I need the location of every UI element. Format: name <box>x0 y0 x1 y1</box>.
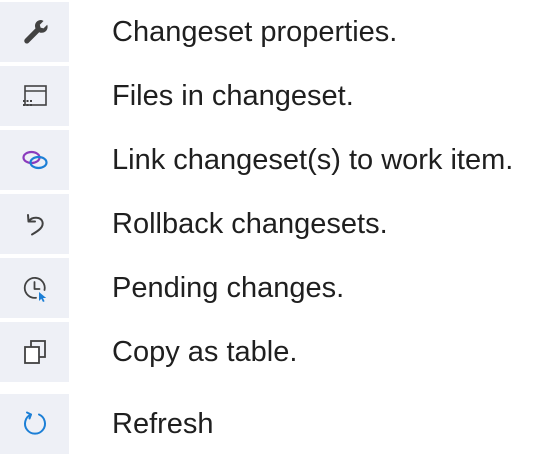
clock-pending-icon <box>23 276 46 302</box>
list-item-rollback-changesets[interactable]: Rollback changesets. <box>0 194 553 254</box>
list-item-changeset-properties[interactable]: Changeset properties. <box>0 2 553 62</box>
icon-cell <box>0 130 69 190</box>
icon-cell <box>0 2 69 62</box>
list-item-copy-as-table[interactable]: Copy as table. <box>0 322 553 382</box>
item-label: Pending changes. <box>112 272 345 304</box>
item-label: Refresh <box>112 408 214 440</box>
undo-arrow-icon <box>26 214 44 236</box>
refresh-icon <box>23 411 46 435</box>
icon-cell <box>0 258 69 318</box>
item-label: Changeset properties. <box>112 16 398 48</box>
list-item-files-in-changeset[interactable]: Files in changeset. <box>0 66 553 126</box>
item-label: Files in changeset. <box>112 80 354 112</box>
icon-cell <box>0 394 69 454</box>
item-label: Rollback changesets. <box>112 208 388 240</box>
icon-cell <box>0 66 69 126</box>
command-list: Changeset properties. Files in changeset… <box>0 0 553 460</box>
item-label: Copy as table. <box>112 336 298 368</box>
wrench-icon <box>23 20 48 44</box>
icon-cell <box>0 322 69 382</box>
copy-icon <box>23 340 46 364</box>
list-item-pending-changes[interactable]: Pending changes. <box>0 258 553 318</box>
link-icon <box>21 150 48 170</box>
list-item-refresh[interactable]: Refresh <box>0 394 553 454</box>
item-label: Link changeset(s) to work item. <box>112 144 514 176</box>
list-item-link-to-work-item[interactable]: Link changeset(s) to work item. <box>0 130 553 190</box>
icon-cell <box>0 194 69 254</box>
window-files-icon <box>22 85 47 106</box>
